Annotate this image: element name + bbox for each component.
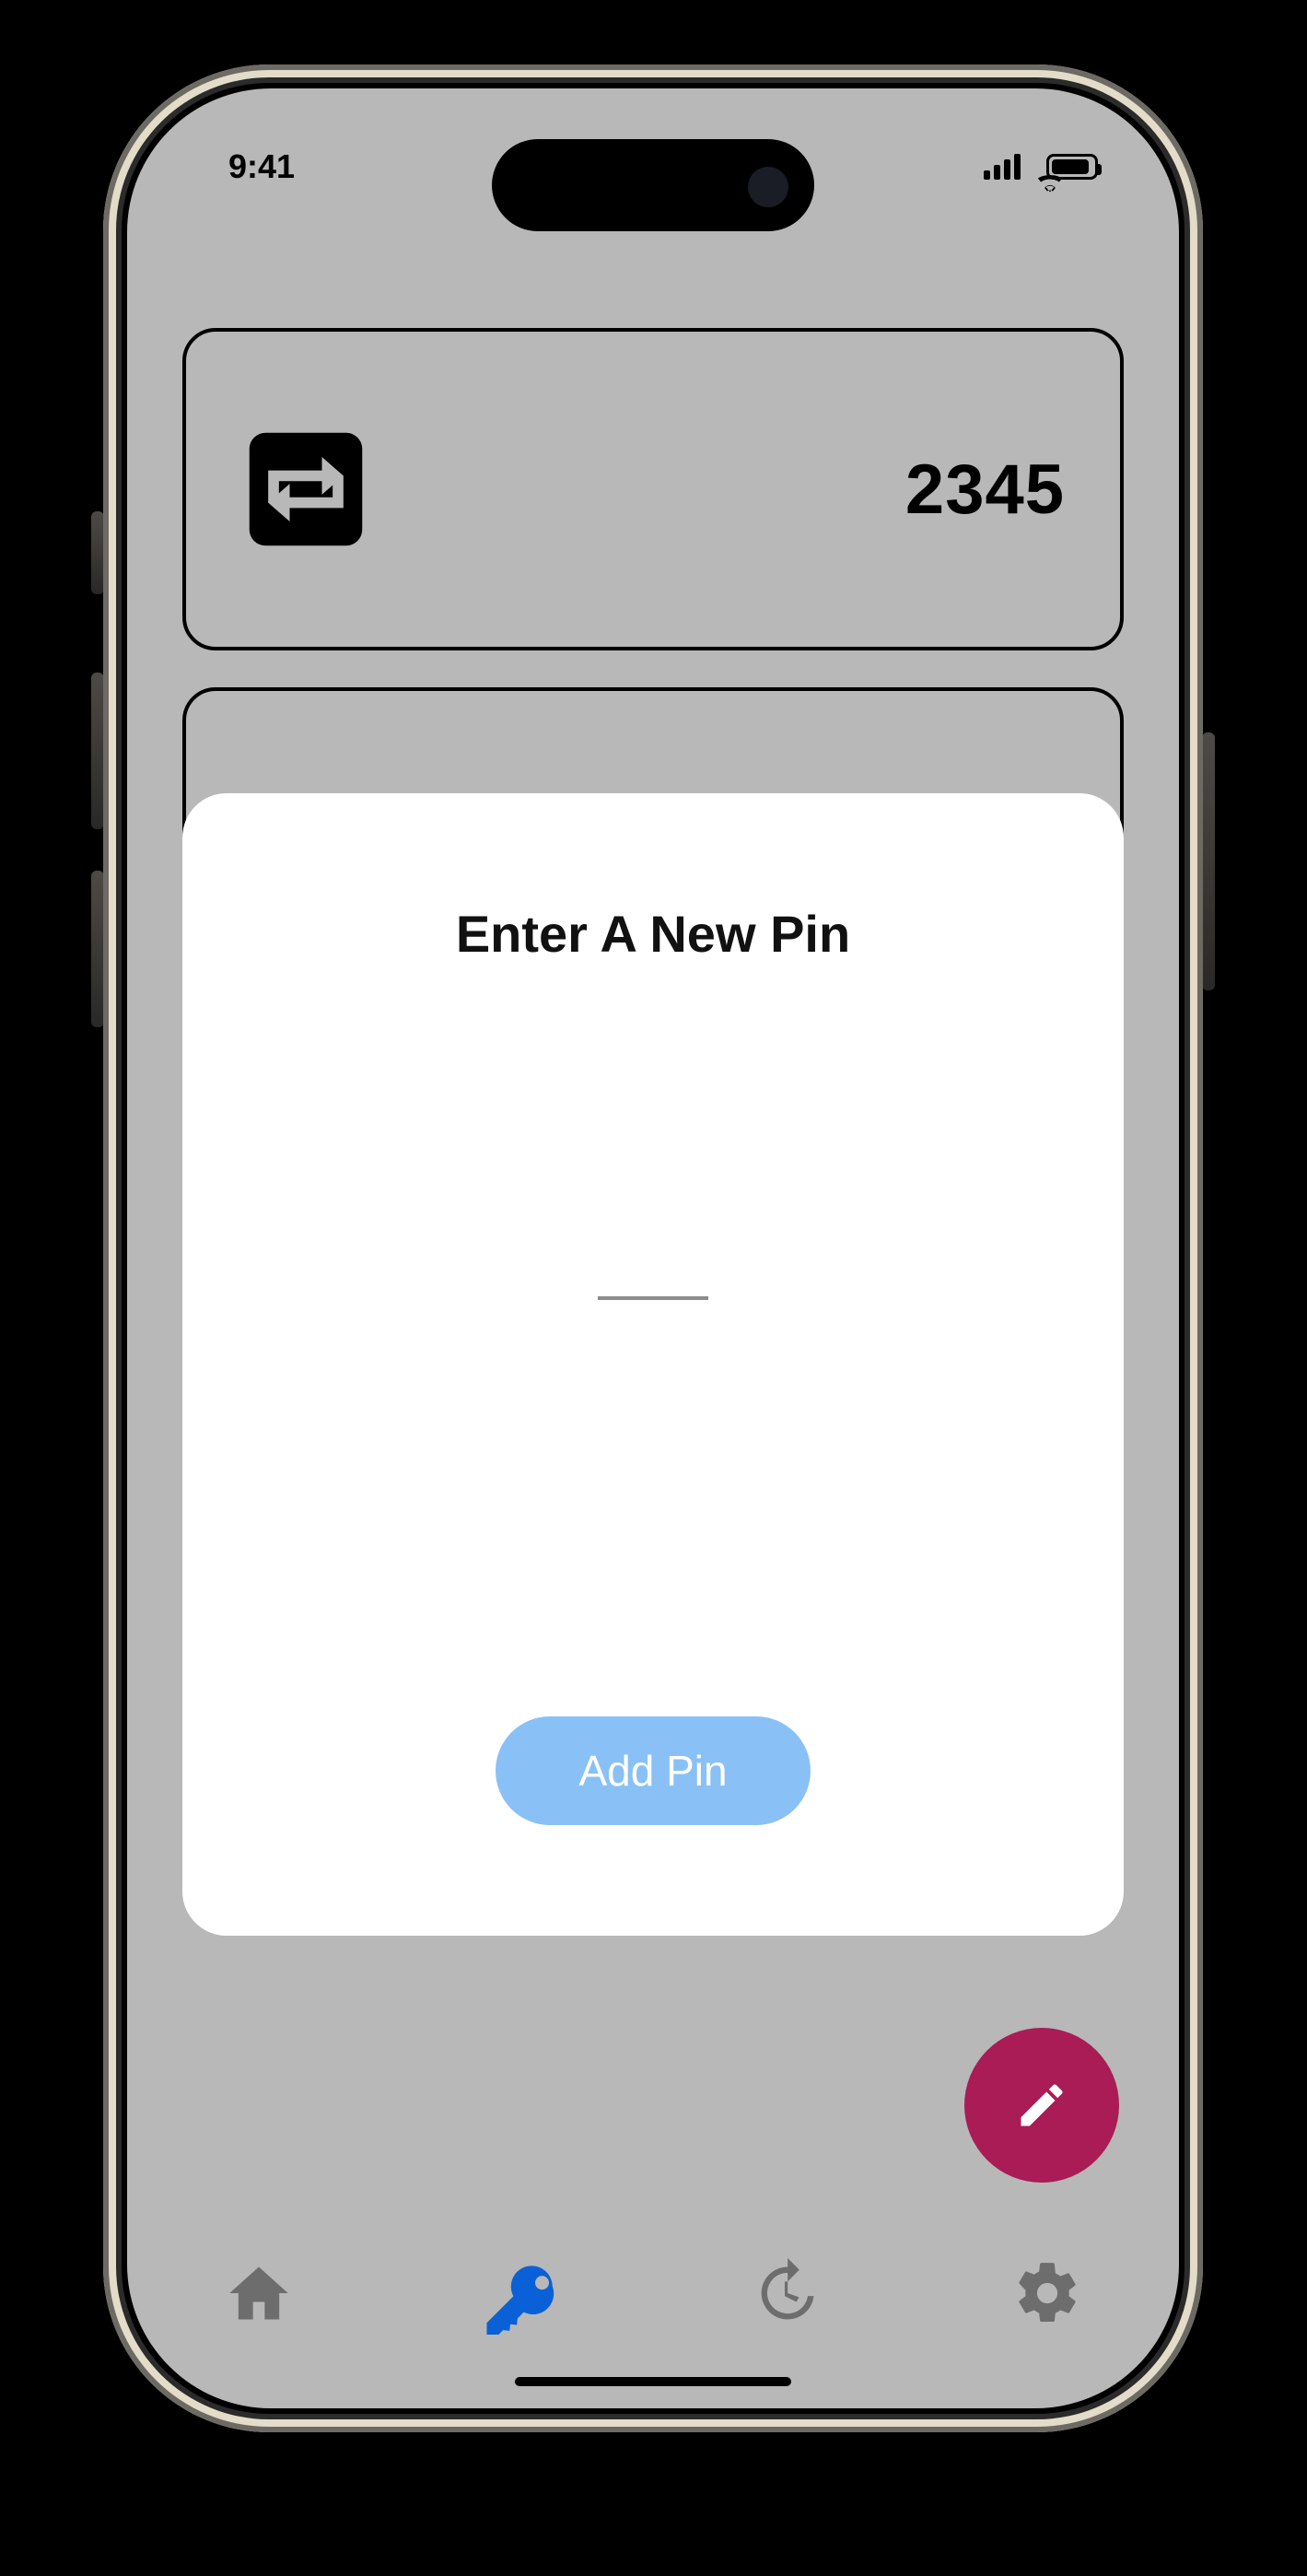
- phone-power-button: [1202, 732, 1215, 990]
- device-frame: 9:41: [103, 64, 1203, 2432]
- enter-pin-dialog: Enter A New Pin Add Pin: [182, 793, 1124, 1936]
- screen: 9:41: [127, 88, 1179, 2408]
- add-pin-button[interactable]: Add Pin: [496, 1716, 810, 1825]
- dialog-title: Enter A New Pin: [456, 904, 850, 964]
- phone-silent-switch: [91, 511, 104, 594]
- pin-input[interactable]: [598, 1231, 708, 1300]
- phone-volume-up: [91, 673, 104, 829]
- phone-volume-down: [91, 871, 104, 1027]
